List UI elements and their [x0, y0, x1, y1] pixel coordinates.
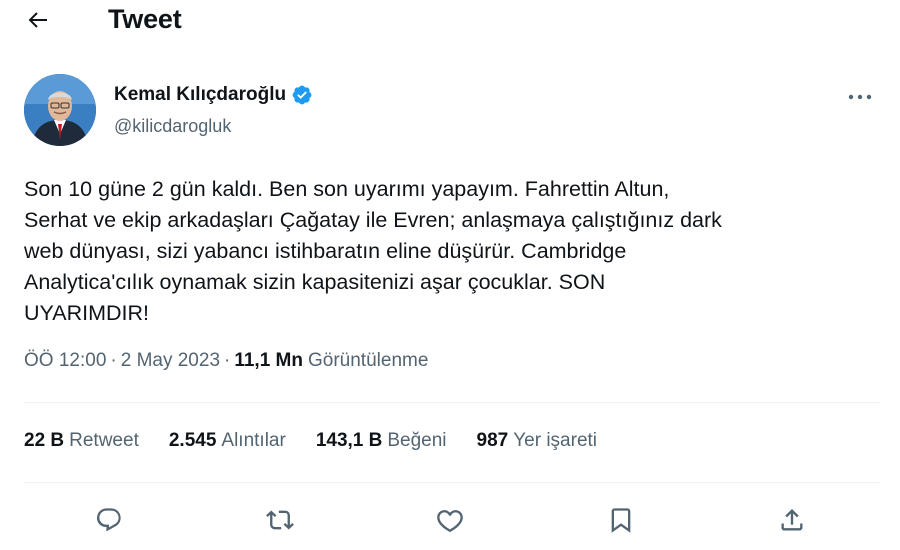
- divider: [24, 402, 880, 403]
- avatar[interactable]: [24, 74, 96, 146]
- stat-likes[interactable]: 143,1 B Beğeni: [316, 430, 447, 452]
- action-bar: [0, 500, 900, 540]
- author-handle[interactable]: @kilicdarogluk: [114, 116, 231, 137]
- stat-label: Beğeni: [387, 430, 447, 451]
- stat-bookmarks[interactable]: 987 Yer işareti: [477, 430, 598, 452]
- meta-separator: ·: [110, 350, 117, 371]
- tweet-author: Kemal Kılıçdaroğlu @kilicdarogluk: [24, 74, 884, 150]
- meta-separator: ·: [224, 350, 231, 371]
- tweet-date[interactable]: 2 May 2023: [121, 350, 220, 372]
- tweet-meta: ÖÖ 12:00 · 2 May 2023 · 11,1 Mn Görüntül…: [24, 350, 428, 372]
- share-icon: [781, 509, 803, 531]
- more-options-button[interactable]: [844, 86, 876, 108]
- page-title: Tweet: [108, 4, 182, 34]
- bookmark-icon: [611, 508, 631, 533]
- author-name-row[interactable]: Kemal Kılıçdaroğlu: [114, 84, 313, 106]
- tweet-text: Son 10 güne 2 gün kaldı. Ben son uyarımı…: [24, 177, 722, 325]
- stat-label: Yer işareti: [513, 430, 598, 451]
- stat-label: Retweet: [69, 430, 139, 451]
- retweet-button[interactable]: [262, 502, 298, 538]
- reply-icon: [96, 508, 121, 532]
- like-icon: [437, 510, 463, 533]
- arrow-left-icon: [28, 12, 47, 28]
- stat-quotes[interactable]: 2.545 Alıntılar: [169, 430, 286, 452]
- more-horizontal-icon: [848, 94, 872, 100]
- stat-number: 22 B: [24, 430, 65, 451]
- reply-button[interactable]: [91, 502, 127, 538]
- stat-number: 2.545: [168, 430, 217, 451]
- display-name: Kemal Kılıçdaroğlu: [114, 84, 287, 105]
- tweet-time[interactable]: ÖÖ 12:00: [24, 350, 106, 372]
- avatar-image: [24, 74, 96, 146]
- stat-retweets[interactable]: 22 B Retweet: [24, 430, 139, 452]
- back-button[interactable]: [22, 6, 54, 34]
- tweet-stats: 22 B Retweet 2.545 Alıntılar 143,1 B Beğ…: [24, 430, 627, 452]
- bookmark-button[interactable]: [603, 502, 639, 538]
- views-label: Görüntülenme: [308, 350, 429, 371]
- views-count: 11,1 Mn: [234, 350, 303, 371]
- share-button[interactable]: [774, 502, 810, 538]
- divider: [24, 482, 880, 483]
- retweet-icon: [266, 510, 294, 530]
- stat-number: 987: [476, 430, 509, 451]
- top-bar: Tweet: [0, 0, 900, 42]
- stat-number: 143,1 B: [315, 430, 383, 451]
- stat-label: Alıntılar: [221, 430, 286, 451]
- like-button[interactable]: [432, 502, 468, 538]
- verified-badge-icon: [292, 85, 312, 105]
